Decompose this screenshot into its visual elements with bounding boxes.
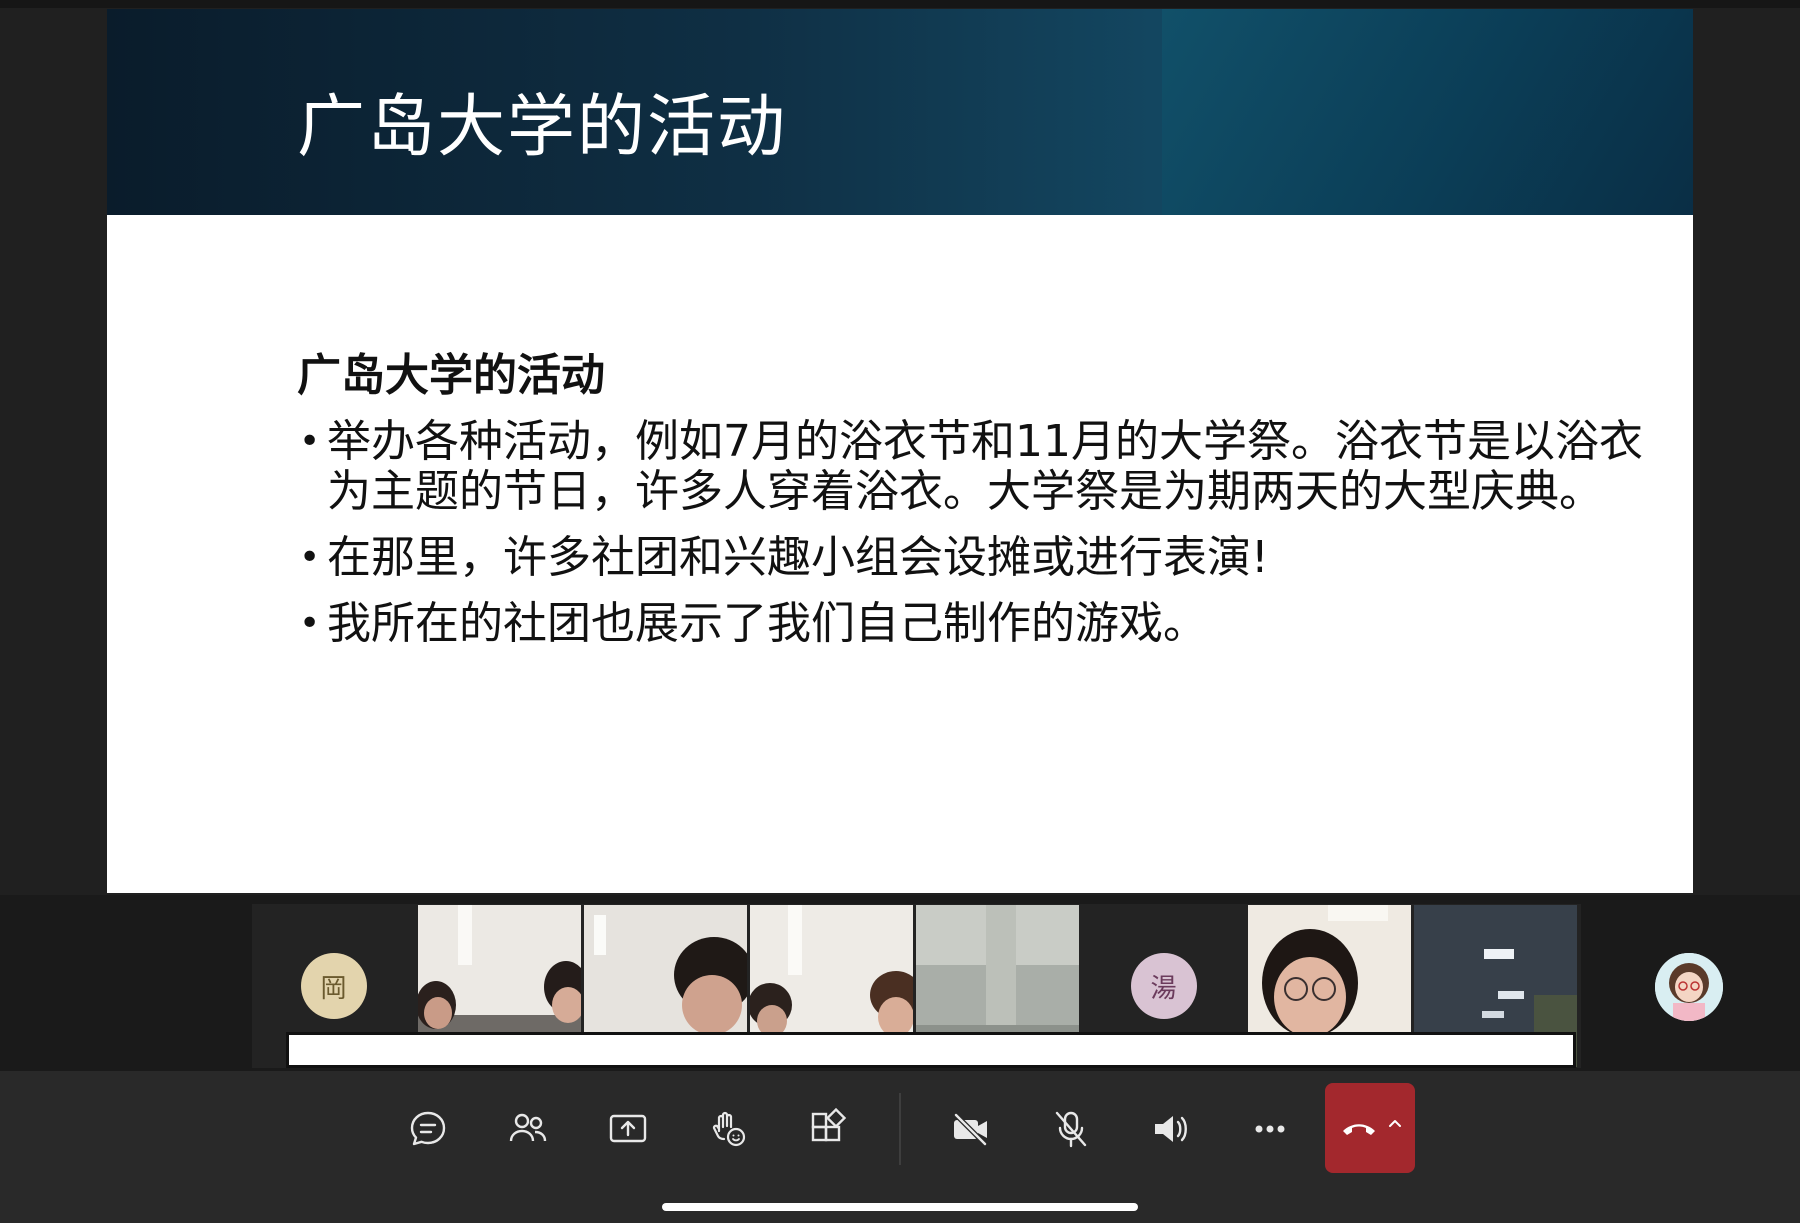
slide-bullet-text: 举办各种活动，例如7月的浴衣节和11月的大学祭。浴衣节是以浴衣为主题的节日，许多…: [327, 416, 1643, 517]
shared-slide: 广岛大学的活动 广岛大学的活动 • 举办各种活动，例如7月的浴衣节和11月的大学祭…: [107, 9, 1693, 893]
slide-bullet-text: 在那里，许多社团和兴趣小组会设摊或进行表演!: [327, 532, 1269, 583]
react-raise-hand-icon: [712, 1111, 746, 1147]
speaker-icon: [1155, 1116, 1187, 1142]
slide-bullet: • 我所在的社团也展示了我们自己制作的游戏。: [297, 599, 1657, 649]
home-indicator[interactable]: [662, 1203, 1138, 1211]
share-screen-icon: [609, 1114, 647, 1143]
cartoon-avatar-icon: [1655, 953, 1723, 1021]
share-screen-button[interactable]: [588, 1093, 668, 1165]
people-icon: [509, 1113, 547, 1142]
toolbar-divider: [899, 1093, 901, 1165]
camera-off-icon: [954, 1113, 987, 1146]
window-top-edge: [0, 0, 1800, 8]
apps-icon: [811, 1107, 847, 1142]
mic-off-icon: [1055, 1111, 1087, 1148]
hangup-icon: [1343, 1124, 1375, 1135]
participants-button[interactable]: [488, 1093, 568, 1165]
bullet-dot-icon: •: [299, 421, 321, 462]
slide-bullet-text: 我所在的社团也展示了我们自己制作的游戏。: [327, 598, 1207, 649]
slide-header-banner: 广岛大学的活动: [107, 9, 1693, 215]
more-options-icon: [1255, 1125, 1285, 1133]
bullet-dot-icon: •: [299, 603, 321, 644]
react-raise-hand-button[interactable]: [688, 1093, 768, 1165]
slide-bullet: • 在那里，许多社团和兴趣小组会设摊或进行表演!: [297, 533, 1657, 583]
slide-title: 广岛大学的活动: [297, 88, 788, 167]
apps-button[interactable]: [788, 1093, 868, 1165]
slide-bullet: • 举办各种活动，例如7月的浴衣节和11月的大学祭。浴衣节是以浴衣为主题的节日，许…: [297, 417, 1657, 517]
chat-button[interactable]: [388, 1093, 468, 1165]
speaker-button[interactable]: [1131, 1093, 1211, 1165]
camera-toggle-button[interactable]: [931, 1093, 1011, 1165]
live-caption-bar: [286, 1032, 1576, 1068]
self-avatar[interactable]: [1655, 953, 1723, 1021]
chevron-up-icon[interactable]: [1388, 1116, 1402, 1130]
microphone-toggle-button[interactable]: [1031, 1093, 1111, 1165]
participant-initial-avatar: 岡: [300, 953, 367, 1019]
slide-header-accent-panel: [1162, 9, 1693, 215]
more-options-button[interactable]: [1230, 1093, 1310, 1165]
slide-body: 广岛大学的活动 • 举办各种活动，例如7月的浴衣节和11月的大学祭。浴衣节是以浴衣…: [297, 339, 1657, 665]
bullet-dot-icon: •: [299, 537, 321, 578]
chat-icon: [410, 1111, 446, 1146]
slide-bullet-list: • 举办各种活动，例如7月的浴衣节和11月的大学祭。浴衣节是以浴衣为主题的节日，许…: [297, 417, 1657, 649]
participant-initial-avatar: 湯: [1130, 953, 1197, 1019]
slide-body-heading: 广岛大学的活动: [297, 350, 605, 401]
